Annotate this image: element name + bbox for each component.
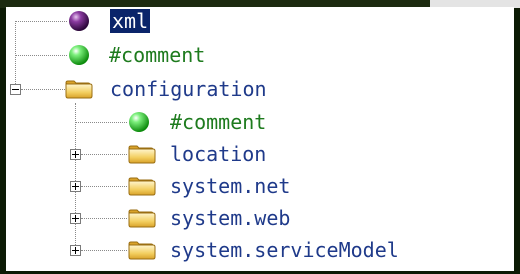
folder-icon	[128, 241, 156, 260]
tree-connector	[21, 89, 67, 90]
tree-connector	[81, 250, 127, 251]
tree-node-label[interactable]: system.web	[170, 206, 290, 230]
tree-node-system-servicemodel[interactable]: system.serviceModel	[127, 235, 399, 265]
expand-toggle[interactable]	[70, 213, 81, 224]
tree-node-xml[interactable]: xml	[68, 6, 151, 36]
expand-toggle[interactable]	[70, 149, 81, 160]
tree-node-label[interactable]: xml	[110, 9, 151, 33]
folder-icon	[128, 145, 156, 164]
tree-node-location[interactable]: location	[127, 139, 266, 169]
green-sphere-icon	[129, 112, 149, 132]
tree-node-label[interactable]: system.serviceModel	[170, 238, 399, 262]
tree-node-system-web[interactable]: system.web	[127, 203, 290, 233]
purple-sphere-icon	[69, 11, 89, 31]
tree-node-comment[interactable]: #comment	[128, 107, 266, 137]
folder-icon	[128, 209, 156, 228]
green-sphere-icon	[69, 45, 89, 65]
tree-node-label[interactable]: location	[170, 142, 266, 166]
expand-toggle[interactable]	[70, 245, 81, 256]
tree-node-label[interactable]: #comment	[109, 43, 205, 67]
tree-node-system-net[interactable]: system.net	[127, 171, 290, 201]
tree-node-label[interactable]: #comment	[170, 110, 266, 134]
collapse-toggle[interactable]	[10, 84, 21, 95]
folder-icon	[128, 177, 156, 196]
tree-connector	[81, 186, 127, 187]
tree-connector	[81, 218, 127, 219]
tree-connector	[75, 122, 127, 123]
tree-node-label[interactable]: system.net	[170, 174, 290, 198]
tree-node-comment[interactable]: #comment	[68, 40, 205, 70]
tree-connector-child-vertical	[75, 103, 76, 251]
folder-open-icon	[65, 80, 93, 99]
tree-node-label[interactable]: configuration	[110, 77, 267, 101]
tree-node-configuration[interactable]: configuration	[64, 74, 267, 104]
tree-connector	[15, 21, 67, 22]
xml-tree-view[interactable]: xml #comment configuration #comment loca…	[6, 7, 514, 271]
tree-connector	[81, 154, 127, 155]
tree-connector	[15, 55, 67, 56]
expand-toggle[interactable]	[70, 181, 81, 192]
